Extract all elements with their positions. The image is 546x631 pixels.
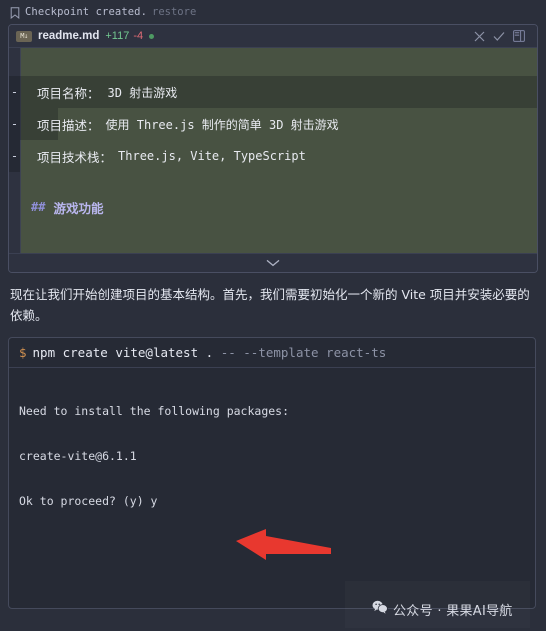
chat-assistant-panel: Checkpoint created. restore M↓ readme.md… [0, 0, 546, 631]
terminal-output-line: Ok to proceed? (y) y [19, 494, 158, 508]
diff-line-label: 项目名称： [37, 85, 100, 101]
unsaved-indicator-dot [149, 33, 155, 39]
red-arrow-pointer [236, 529, 332, 566]
diff-card-header: M↓ readme.md +117 -4 [9, 25, 537, 48]
accept-icon[interactable] [489, 26, 509, 46]
diff-line-sign: - [10, 85, 19, 99]
checkpoint-bar: Checkpoint created. restore [0, 0, 546, 22]
diff-expand-bar[interactable] [9, 253, 537, 272]
markdown-heading-text: 游戏功能 [53, 200, 104, 216]
diff-line: - 项目描述： 使用 Three.js 制作的简单 3D 射击游戏 [9, 108, 537, 140]
file-diff-card: M↓ readme.md +117 -4 - 项目名称： 3D 射击游戏 - 项… [8, 24, 538, 273]
diff-line-value: 3D 射击游戏 [107, 85, 178, 100]
terminal-command-flags: -- --template react-ts [220, 345, 387, 360]
diff-line-label: 项目技术栈： [37, 149, 113, 165]
wechat-icon [372, 600, 388, 619]
checkpoint-text: Checkpoint created. [25, 6, 148, 18]
terminal-output-line: create-vite@6.1.1 [19, 449, 137, 463]
bookmark-icon [10, 6, 20, 20]
diff-line-value: 使用 Three.js 制作的简单 3D 射击游戏 [105, 117, 339, 132]
watermark: 公众号 · 果果AI导航 [372, 600, 513, 619]
diff-markdown-heading: ## 游戏功能 [9, 194, 537, 220]
diff-content: - 项目名称： 3D 射击游戏 - 项目描述： 使用 Three.js 制作的简… [9, 48, 537, 253]
panel-scrollbar[interactable] [542, 24, 546, 631]
markdown-hash-marks: ## [31, 200, 46, 214]
chevron-down-icon[interactable] [266, 254, 280, 272]
diff-line: - 项目名称： 3D 射击游戏 [9, 76, 537, 108]
terminal-command-main: npm create vite@latest . [32, 345, 221, 360]
terminal-command-row[interactable]: $ npm create vite@latest . -- --template… [9, 338, 535, 368]
diff-line-label: 项目描述： [37, 117, 100, 133]
diff-filename[interactable]: readme.md [38, 30, 99, 42]
watermark-text: 公众号 · 果果AI导航 [393, 604, 513, 619]
terminal-card: $ npm create vite@latest . -- --template… [8, 337, 536, 609]
diff-deletions-count: -4 [133, 30, 144, 42]
open-editor-icon[interactable] [509, 26, 529, 46]
prompt-symbol: $ [19, 345, 27, 360]
checkpoint-restore-link[interactable]: restore [152, 6, 196, 18]
markdown-file-icon: M↓ [16, 30, 32, 42]
diff-line: - 项目技术栈： Three.js, Vite, TypeScript [9, 140, 537, 172]
terminal-output-line: Need to install the following packages: [19, 404, 290, 418]
assistant-message-paragraph: 现在让我们开始创建项目的基本结构。首先，我们需要初始化一个新的 Vite 项目并… [10, 287, 530, 323]
diff-line-value: Three.js, Vite, TypeScript [118, 149, 306, 163]
diff-additions-count: +117 [105, 30, 130, 42]
terminal-output: Need to install the following packages: … [9, 368, 535, 608]
diff-line-sign: - [10, 117, 19, 131]
diff-line-sign: - [10, 149, 19, 163]
close-icon[interactable] [469, 26, 489, 46]
